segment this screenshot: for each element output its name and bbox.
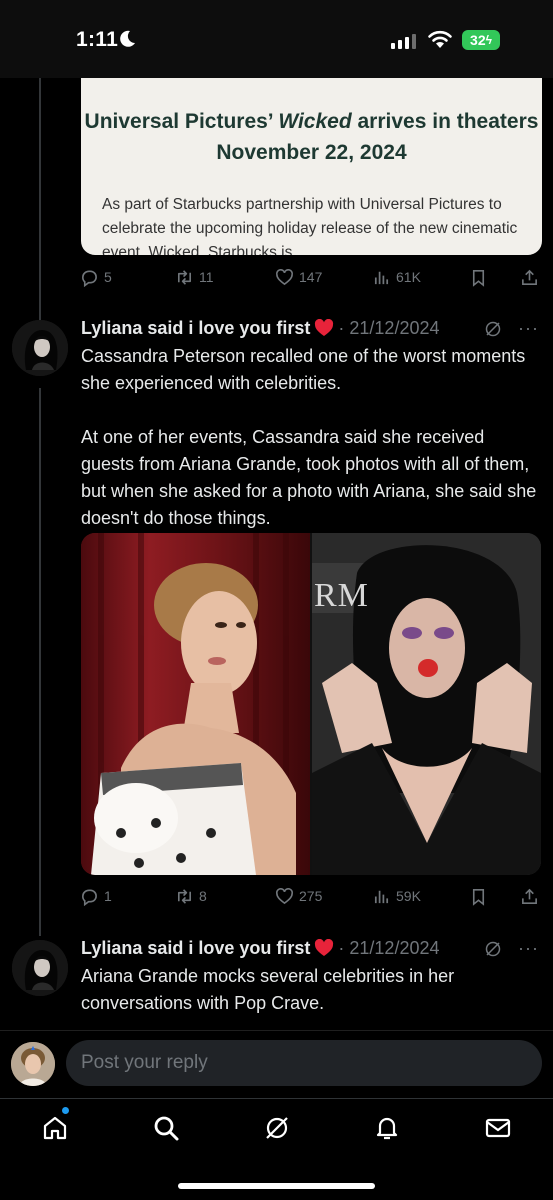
tab-home[interactable] [40,1113,70,1143]
messages-icon [485,1118,511,1138]
tab-grok[interactable] [262,1113,292,1143]
views-button[interactable]: 61K [372,268,421,287]
tweet-text: Ariana Grande mocks several celebrities … [81,966,455,1013]
battery-indicator: 32 ϟ [462,30,500,50]
red-heart-emoji-icon [315,319,334,336]
views-icon [374,890,389,903]
repost-count: 8 [199,888,207,904]
repost-button[interactable]: 11 [175,268,214,287]
bookmark-button[interactable] [469,887,488,906]
tweet-header-actions: ··· [484,938,539,959]
like-button[interactable]: 275 [275,887,322,906]
red-heart-emoji-icon [315,939,334,956]
bookmark-icon [472,888,485,906]
share-button[interactable] [520,268,539,287]
reply-count: 1 [104,888,112,904]
author-name[interactable]: Lyliana said i love you first [81,318,310,339]
reply-button[interactable]: 5 [80,268,112,287]
author-name[interactable]: Lyliana said i love you first [81,938,310,959]
bookmark-button[interactable] [469,268,488,287]
avatar[interactable] [12,320,68,376]
reply-input[interactable]: Post your reply [66,1040,542,1086]
more-options-button[interactable]: ··· [518,318,539,339]
article-title-italic: Wicked [278,110,352,133]
backdrop-sign-text: RM [314,577,369,614]
user-avatar[interactable] [11,1042,55,1086]
reply-count: 5 [104,269,112,285]
heart-icon [276,268,293,285]
repost-button[interactable]: 8 [175,887,207,906]
tweet-date[interactable]: · 21/12/2024 [338,318,439,339]
reply-icon [82,889,97,906]
tweet-date[interactable]: · 21/12/2024 [338,938,439,959]
notification-dot [61,1106,70,1115]
reply-button[interactable]: 1 [80,887,112,906]
repost-icon [177,269,192,285]
tweet-header-actions: ··· [484,318,539,339]
heart-icon [276,887,293,904]
tweet-media-image[interactable]: RM [81,533,541,875]
thread-connector [39,388,41,936]
grok-icon[interactable] [484,940,502,958]
photo-left-panel [81,533,310,875]
article-link-card[interactable]: Universal Pictures’ Wicked arrives in th… [81,78,542,255]
share-button[interactable] [520,887,539,906]
thread-connector [39,78,41,320]
tab-notifications[interactable] [372,1113,402,1143]
wifi-icon [428,30,452,48]
charging-bolt-icon: ϟ [485,33,492,47]
tweet-header: Lyliana said i love you first · 21/12/20… [81,315,440,341]
home-indicator[interactable] [178,1183,375,1189]
status-time: 1:11 [76,28,119,51]
photo-right-panel: RM [310,533,541,875]
view-count: 59K [396,888,421,904]
article-excerpt: As part of Starbucks partnership with Un… [102,196,518,255]
share-icon [522,269,537,285]
reply-placeholder: Post your reply [81,1052,208,1073]
article-title: Universal Pictures’ Wicked arrives in th… [81,106,542,168]
tab-messages[interactable] [483,1113,513,1143]
repost-count: 11 [199,269,214,285]
cellular-signal-icon [391,34,416,49]
views-icon [374,271,389,284]
bookmark-icon [472,269,485,287]
tweet-actions: 5 11 147 61K [80,265,540,289]
article-title-part: Universal Pictures’ [84,110,279,133]
home-icon [43,1116,67,1140]
repost-icon [177,888,192,904]
tweet-actions: 1 8 275 59K [80,884,540,908]
moon-icon [120,30,135,47]
status-bar: 1:11 32 ϟ [0,0,553,78]
reply-icon [82,270,97,287]
view-count: 61K [396,269,421,285]
like-count: 275 [299,888,323,904]
more-options-button[interactable]: ··· [518,938,539,959]
battery-level: 32 [470,32,486,48]
tab-search[interactable] [151,1113,181,1143]
reply-composer: Post your reply [0,1030,553,1100]
search-icon [154,1116,179,1141]
tweet-text: Cassandra Peterson recalled one of the w… [81,346,537,528]
avatar[interactable] [12,940,68,996]
like-button[interactable]: 147 [275,268,322,287]
grok-icon[interactable] [484,320,502,338]
notifications-icon [376,1117,398,1140]
views-button[interactable]: 59K [372,887,421,906]
grok-icon [266,1117,288,1139]
tweet-header: Lyliana said i love you first · 21/12/20… [81,935,440,961]
share-icon [522,888,537,904]
like-count: 147 [299,269,323,285]
